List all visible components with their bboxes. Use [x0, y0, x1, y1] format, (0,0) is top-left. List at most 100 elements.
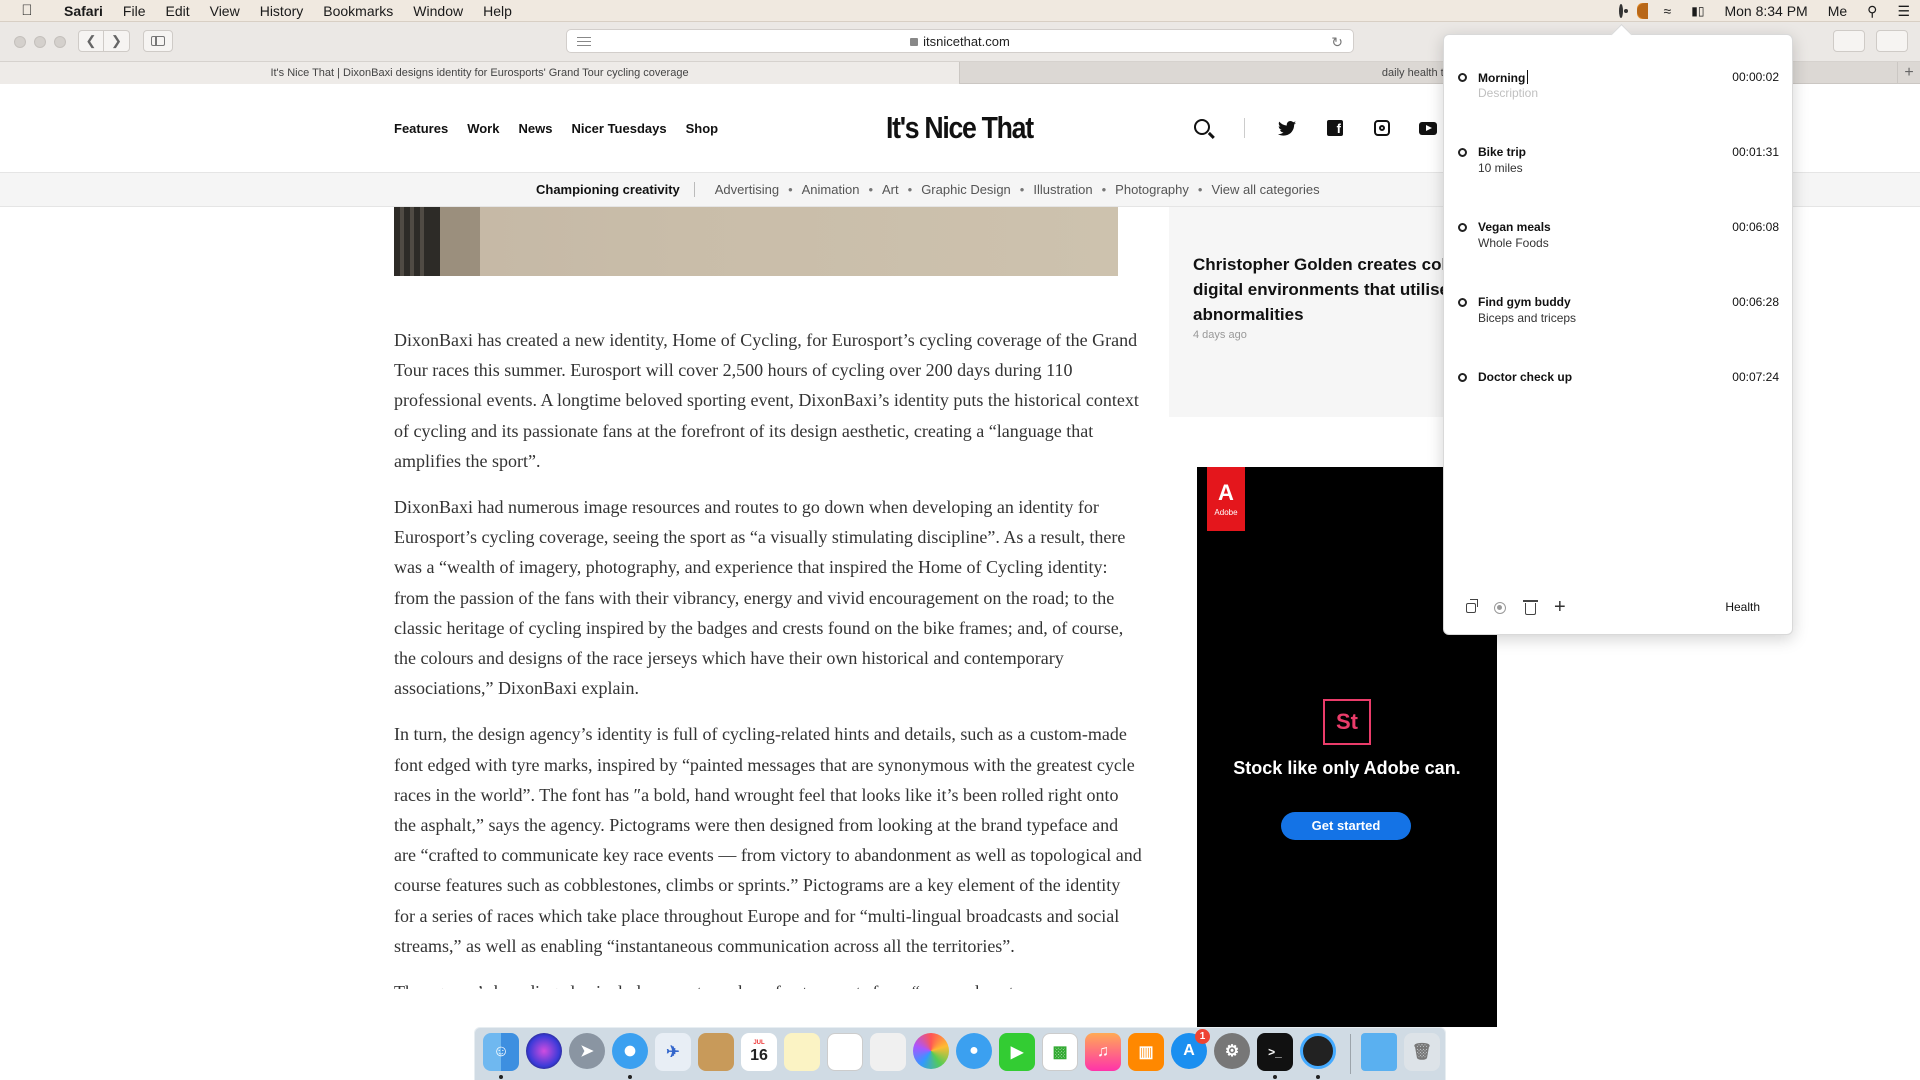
back-button[interactable]: ❮ [78, 30, 104, 52]
timer-entry-description[interactable]: Biceps and triceps [1478, 311, 1576, 325]
spotlight-icon[interactable]: ⚲ [1857, 0, 1887, 22]
timer-entry-title[interactable]: Doctor check up [1478, 370, 1572, 384]
add-entry-icon[interactable]: + [1554, 597, 1570, 617]
music-icon[interactable]: ♫ [1085, 1033, 1121, 1071]
nav-work[interactable]: Work [467, 121, 499, 136]
timer-entry[interactable]: Vegan meals Whole Foods 00:06:08 [1444, 219, 1794, 279]
timer-entry-title[interactable]: Vegan meals [1478, 220, 1551, 234]
timer-status-icon[interactable] [1632, 0, 1654, 22]
timer-entry-title[interactable]: Bike trip [1478, 145, 1526, 159]
zoom-window-button[interactable] [54, 36, 66, 48]
menu-view[interactable]: View [200, 0, 250, 22]
trash-bin-icon[interactable]: 🗑 [1404, 1033, 1440, 1071]
timer-entry-description[interactable]: 10 miles [1478, 161, 1523, 175]
stop-timer-icon[interactable] [1494, 602, 1506, 614]
maps-icon[interactable] [870, 1033, 906, 1071]
category-animation[interactable]: Animation [802, 182, 860, 197]
battery-icon[interactable]: ▮▯ [1681, 0, 1714, 22]
share-button[interactable] [1833, 30, 1865, 52]
wifi-icon[interactable]: ≈ [1654, 0, 1682, 22]
timer-entry[interactable]: Find gym buddy Biceps and triceps 00:06:… [1444, 294, 1794, 354]
menu-help[interactable]: Help [473, 0, 522, 22]
safari-icon[interactable] [612, 1033, 648, 1069]
timer-entry-description[interactable]: Whole Foods [1478, 236, 1549, 250]
close-window-button[interactable] [14, 36, 26, 48]
tab-active[interactable]: It's Nice That | DixonBaxi designs ident… [0, 62, 960, 84]
status-area: ≈ ▮▯ Mon 8:34 PM Me ⚲ ☰ [1610, 0, 1920, 22]
category-photography[interactable]: Photography [1115, 182, 1189, 197]
contacts-icon[interactable] [698, 1033, 734, 1071]
timer-entry[interactable]: Bike trip 10 miles 00:01:31 [1444, 144, 1794, 204]
timer-entry-bullet-icon[interactable] [1458, 373, 1467, 382]
screen-record-icon[interactable] [1610, 0, 1632, 22]
get-started-button[interactable]: Get started [1281, 812, 1411, 840]
terminal-icon[interactable]: >_ [1257, 1033, 1293, 1071]
category-art[interactable]: Art [882, 182, 899, 197]
timer-entry-bullet-icon[interactable] [1458, 223, 1467, 232]
quicktime-icon[interactable] [1300, 1033, 1336, 1069]
timer-entry[interactable]: Doctor check up 00:07:24 [1444, 369, 1794, 429]
numbers-icon[interactable]: ▩ [1042, 1033, 1078, 1071]
category-illustration[interactable]: Illustration [1033, 182, 1092, 197]
menu-app-name[interactable]: Safari [54, 0, 113, 22]
reminders-icon[interactable] [827, 1033, 863, 1071]
category-graphic-design[interactable]: Graphic Design [921, 182, 1011, 197]
reload-icon[interactable]: ↻ [1331, 34, 1343, 51]
apple-menu-icon[interactable]:  [0, 2, 54, 19]
notification-center-icon[interactable]: ☰ [1887, 0, 1920, 22]
timer-entry-bullet-icon[interactable] [1458, 148, 1467, 157]
finder-icon[interactable]: ☺ [483, 1033, 519, 1071]
reader-view-icon[interactable] [577, 37, 591, 46]
instagram-icon[interactable] [1373, 120, 1391, 136]
nav-news[interactable]: News [518, 121, 552, 136]
system-preferences-icon[interactable]: ⚙ [1214, 1033, 1250, 1069]
books-icon[interactable]: ▥ [1128, 1033, 1164, 1071]
site-logo[interactable]: It's Nice That [886, 110, 1034, 146]
address-url: itsnicethat.com [923, 33, 1010, 49]
new-tab-button[interactable]: + [1897, 62, 1920, 84]
menu-history[interactable]: History [250, 0, 314, 22]
timer-entry-bullet-icon[interactable] [1458, 73, 1467, 82]
twitter-icon[interactable] [1278, 120, 1296, 136]
article-paragraph: DixonBaxi has created a new identity, Ho… [394, 330, 1139, 471]
calendar-icon[interactable]: JUL 16 [741, 1033, 777, 1071]
address-bar[interactable]: itsnicethat.com ↻ [566, 29, 1354, 53]
launchpad-icon[interactable]: ➤ [569, 1033, 605, 1069]
timer-entry-description-input[interactable]: Description [1478, 86, 1538, 100]
nav-features[interactable]: Features [394, 121, 448, 136]
photos-icon[interactable] [913, 1033, 949, 1069]
nav-nicer-tuesdays[interactable]: Nicer Tuesdays [571, 121, 666, 136]
notes-icon[interactable] [784, 1033, 820, 1071]
category-view-all[interactable]: View all categories [1211, 182, 1319, 197]
timer-entry[interactable]: Morning Description 00:00:02 [1444, 69, 1794, 129]
menu-bookmarks[interactable]: Bookmarks [313, 0, 403, 22]
menu-window[interactable]: Window [403, 0, 473, 22]
timer-entry-title[interactable]: Find gym buddy [1478, 295, 1571, 309]
nav-shop[interactable]: Shop [686, 121, 719, 136]
detach-window-icon[interactable] [1466, 599, 1478, 613]
menubar-user[interactable]: Me [1818, 0, 1857, 22]
siri-icon[interactable] [526, 1033, 562, 1069]
mail-icon[interactable]: ✈ [655, 1033, 691, 1071]
search-icon[interactable] [1194, 119, 1210, 135]
facebook-icon[interactable]: f [1326, 120, 1344, 136]
trash-icon[interactable] [1523, 600, 1538, 615]
messages-icon[interactable]: ● [956, 1033, 992, 1069]
timer-entry-title-input[interactable]: Morning [1478, 70, 1528, 85]
menu-edit[interactable]: Edit [155, 0, 199, 22]
forward-button[interactable]: ❯ [104, 30, 130, 52]
youtube-icon[interactable] [1419, 120, 1437, 136]
related-story-title[interactable]: Christopher Golden creates colourful dig… [1193, 252, 1443, 327]
downloads-folder-icon[interactable] [1361, 1033, 1397, 1071]
project-selector[interactable]: Health [1725, 600, 1760, 614]
menu-file[interactable]: File [113, 0, 156, 22]
category-advertising[interactable]: Advertising [715, 182, 779, 197]
timer-entry-bullet-icon[interactable] [1458, 298, 1467, 307]
show-tabs-button[interactable] [1876, 30, 1908, 52]
sidebar-toggle-button[interactable] [143, 30, 173, 52]
minimize-window-button[interactable] [34, 36, 46, 48]
related-story-card[interactable]: · Christopher Golden creates colourful d… [1169, 207, 1443, 417]
menubar-clock[interactable]: Mon 8:34 PM [1714, 0, 1817, 22]
app-store-icon[interactable]: A1 [1171, 1029, 1210, 1069]
facetime-icon[interactable]: ▶ [999, 1033, 1035, 1071]
